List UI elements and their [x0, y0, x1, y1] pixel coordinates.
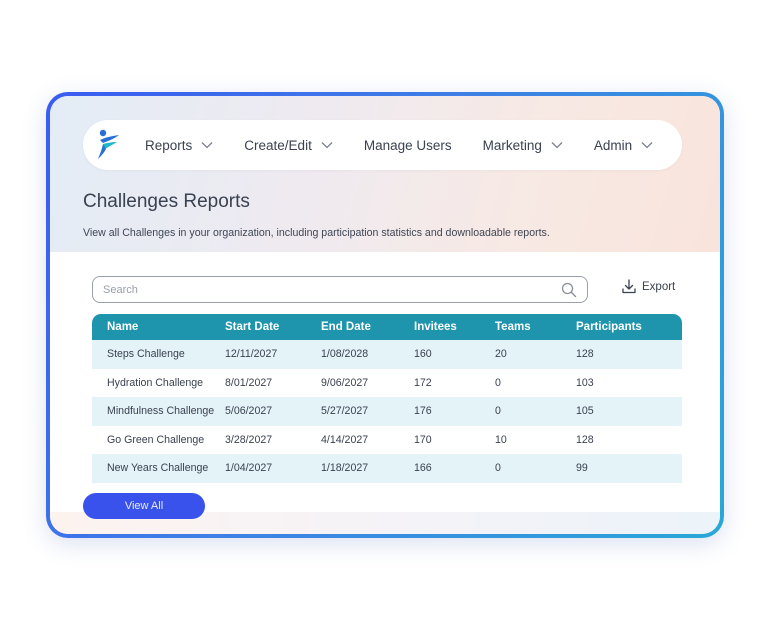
- nav-admin[interactable]: Admin: [594, 138, 653, 153]
- chevron-down-icon: [641, 142, 653, 149]
- cell-end-date: 4/14/2027: [321, 433, 369, 446]
- page-description: View all Challenges in your organization…: [83, 227, 550, 239]
- cell-invitees: 172: [414, 376, 432, 389]
- nav-create-edit-label: Create/Edit: [244, 137, 312, 153]
- cell-end-date: 1/18/2027: [321, 462, 369, 475]
- cell-end-date: 1/08/2028: [321, 348, 369, 361]
- download-icon: [622, 279, 636, 294]
- cell-name: New Years Challenge: [107, 462, 209, 475]
- chevron-down-icon: [201, 142, 213, 149]
- view-all-button[interactable]: View All: [83, 493, 205, 519]
- cell-end-date: 5/27/2027: [321, 405, 369, 418]
- cell-start-date: 12/11/2027: [225, 348, 278, 361]
- cell-invitees: 166: [414, 462, 432, 475]
- nav-manage-users-label: Manage Users: [363, 137, 452, 153]
- nav-reports[interactable]: Reports: [145, 138, 213, 153]
- nav-marketing-label: Marketing: [482, 137, 542, 153]
- export-label: Export: [642, 280, 676, 293]
- column-header-name[interactable]: Name: [92, 314, 225, 340]
- challenges-table-container: Name Start Date End Date Invitees Teams …: [92, 314, 682, 483]
- cell-invitees: 160: [414, 348, 432, 361]
- cell-start-date: 5/06/2027: [225, 405, 273, 418]
- column-header-end-date[interactable]: End Date: [321, 314, 414, 340]
- column-header-teams[interactable]: Teams: [495, 314, 576, 340]
- cell-teams: 0: [495, 462, 501, 475]
- cell-participants: 103: [576, 376, 594, 389]
- cell-teams: 0: [495, 376, 501, 389]
- chevron-down-icon: [321, 142, 333, 149]
- cell-participants: 128: [576, 348, 594, 361]
- cell-name: Steps Challenge: [107, 348, 185, 361]
- page-title: Challenges Reports: [83, 191, 250, 212]
- cell-name: Mindfulness Challenge: [107, 405, 215, 418]
- search-bar: [92, 276, 588, 303]
- app-window-frame: Reports Create/Edit Manage Users Marketi…: [46, 92, 724, 538]
- table-row[interactable]: Steps Challenge 12/11/2027 1/08/2028 160…: [92, 340, 682, 369]
- export-button[interactable]: Export: [622, 279, 675, 294]
- table-row[interactable]: Hydration Challenge 8/01/2027 9/06/2027 …: [92, 368, 682, 397]
- cell-participants: 105: [576, 405, 594, 418]
- challenges-table: Name Start Date End Date Invitees Teams …: [92, 314, 682, 483]
- nav-admin-label: Admin: [593, 137, 633, 153]
- table-row[interactable]: New Years Challenge 1/04/2027 1/18/2027 …: [92, 454, 682, 483]
- column-header-invitees[interactable]: Invitees: [414, 314, 495, 340]
- cell-name: Go Green Challenge: [107, 433, 205, 446]
- nav-marketing[interactable]: Marketing: [483, 138, 563, 153]
- cell-participants: 128: [576, 433, 594, 446]
- app-window: Reports Create/Edit Manage Users Marketi…: [50, 96, 720, 534]
- brand-logo-icon[interactable]: [97, 128, 121, 162]
- search-input[interactable]: [103, 283, 561, 296]
- search-icon[interactable]: [561, 282, 577, 298]
- nav-manage-users[interactable]: Manage Users: [364, 138, 452, 153]
- column-header-start-date[interactable]: Start Date: [225, 314, 321, 340]
- cell-start-date: 1/04/2027: [225, 462, 273, 475]
- cell-teams: 0: [495, 405, 501, 418]
- cell-start-date: 8/01/2027: [225, 376, 273, 389]
- table-header-row: Name Start Date End Date Invitees Teams …: [92, 314, 682, 340]
- table-row[interactable]: Mindfulness Challenge 5/06/2027 5/27/202…: [92, 397, 682, 426]
- cell-start-date: 3/28/2027: [225, 433, 273, 446]
- cell-invitees: 170: [414, 433, 432, 446]
- cell-end-date: 9/06/2027: [321, 376, 369, 389]
- cell-teams: 20: [495, 348, 507, 361]
- top-navbar: Reports Create/Edit Manage Users Marketi…: [83, 120, 682, 170]
- column-header-participants[interactable]: Participants: [576, 314, 682, 340]
- cell-participants: 99: [576, 462, 588, 475]
- chevron-down-icon: [551, 142, 563, 149]
- nav-create-edit[interactable]: Create/Edit: [244, 138, 333, 153]
- cell-name: Hydration Challenge: [107, 376, 203, 389]
- cell-invitees: 176: [414, 405, 432, 418]
- cell-teams: 10: [495, 433, 507, 446]
- nav-reports-label: Reports: [145, 137, 193, 153]
- table-row[interactable]: Go Green Challenge 3/28/2027 4/14/2027 1…: [92, 425, 682, 454]
